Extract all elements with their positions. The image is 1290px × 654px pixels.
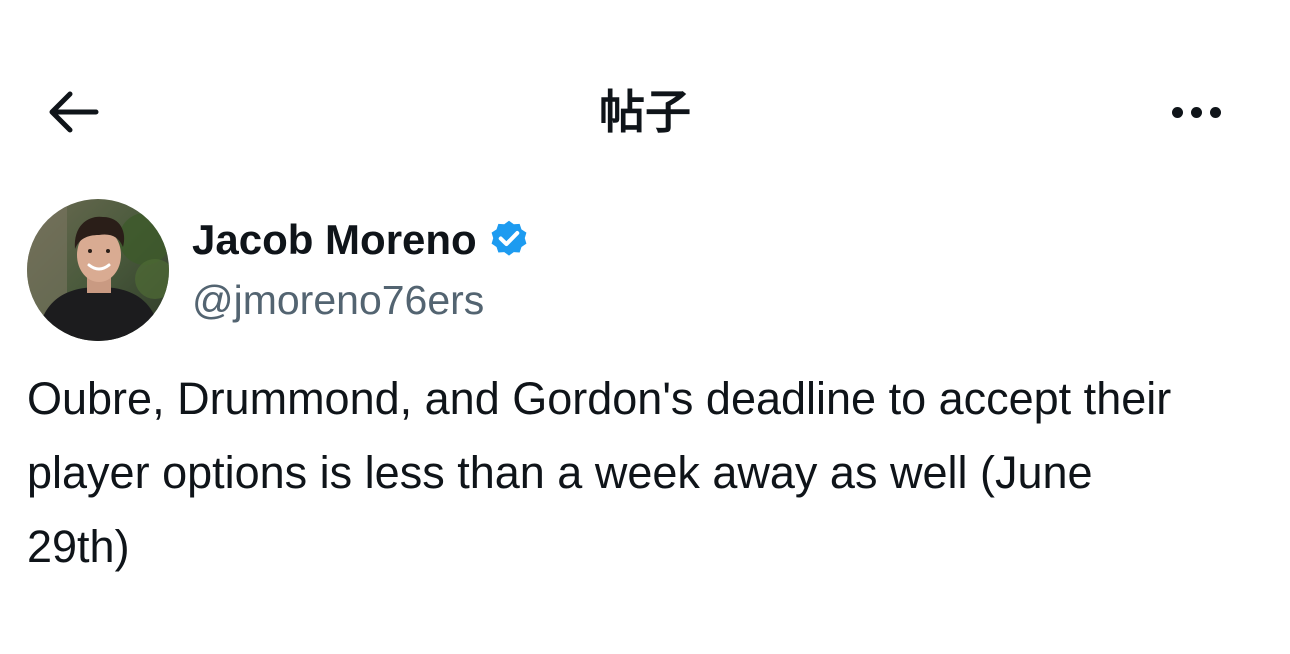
more-horizontal-icon (1171, 106, 1183, 118)
author-handle[interactable]: @jmoreno76ers (192, 272, 484, 328)
tweet-detail-screen: 帖子 Jacob Moreno @jmoreno76ers Oubre, Dru… (0, 0, 1290, 654)
author-name-text: Jacob Moreno (192, 216, 477, 263)
page-title: 帖子 (599, 85, 691, 139)
avatar[interactable] (27, 199, 169, 341)
verified-badge-icon (491, 220, 527, 256)
top-bar: 帖子 (0, 0, 1290, 160)
more-options-button[interactable] (1160, 80, 1232, 144)
author-name[interactable]: Jacob Moreno (192, 212, 531, 268)
tweet-text: Oubre, Drummond, and Gordon's deadline t… (27, 373, 1172, 572)
